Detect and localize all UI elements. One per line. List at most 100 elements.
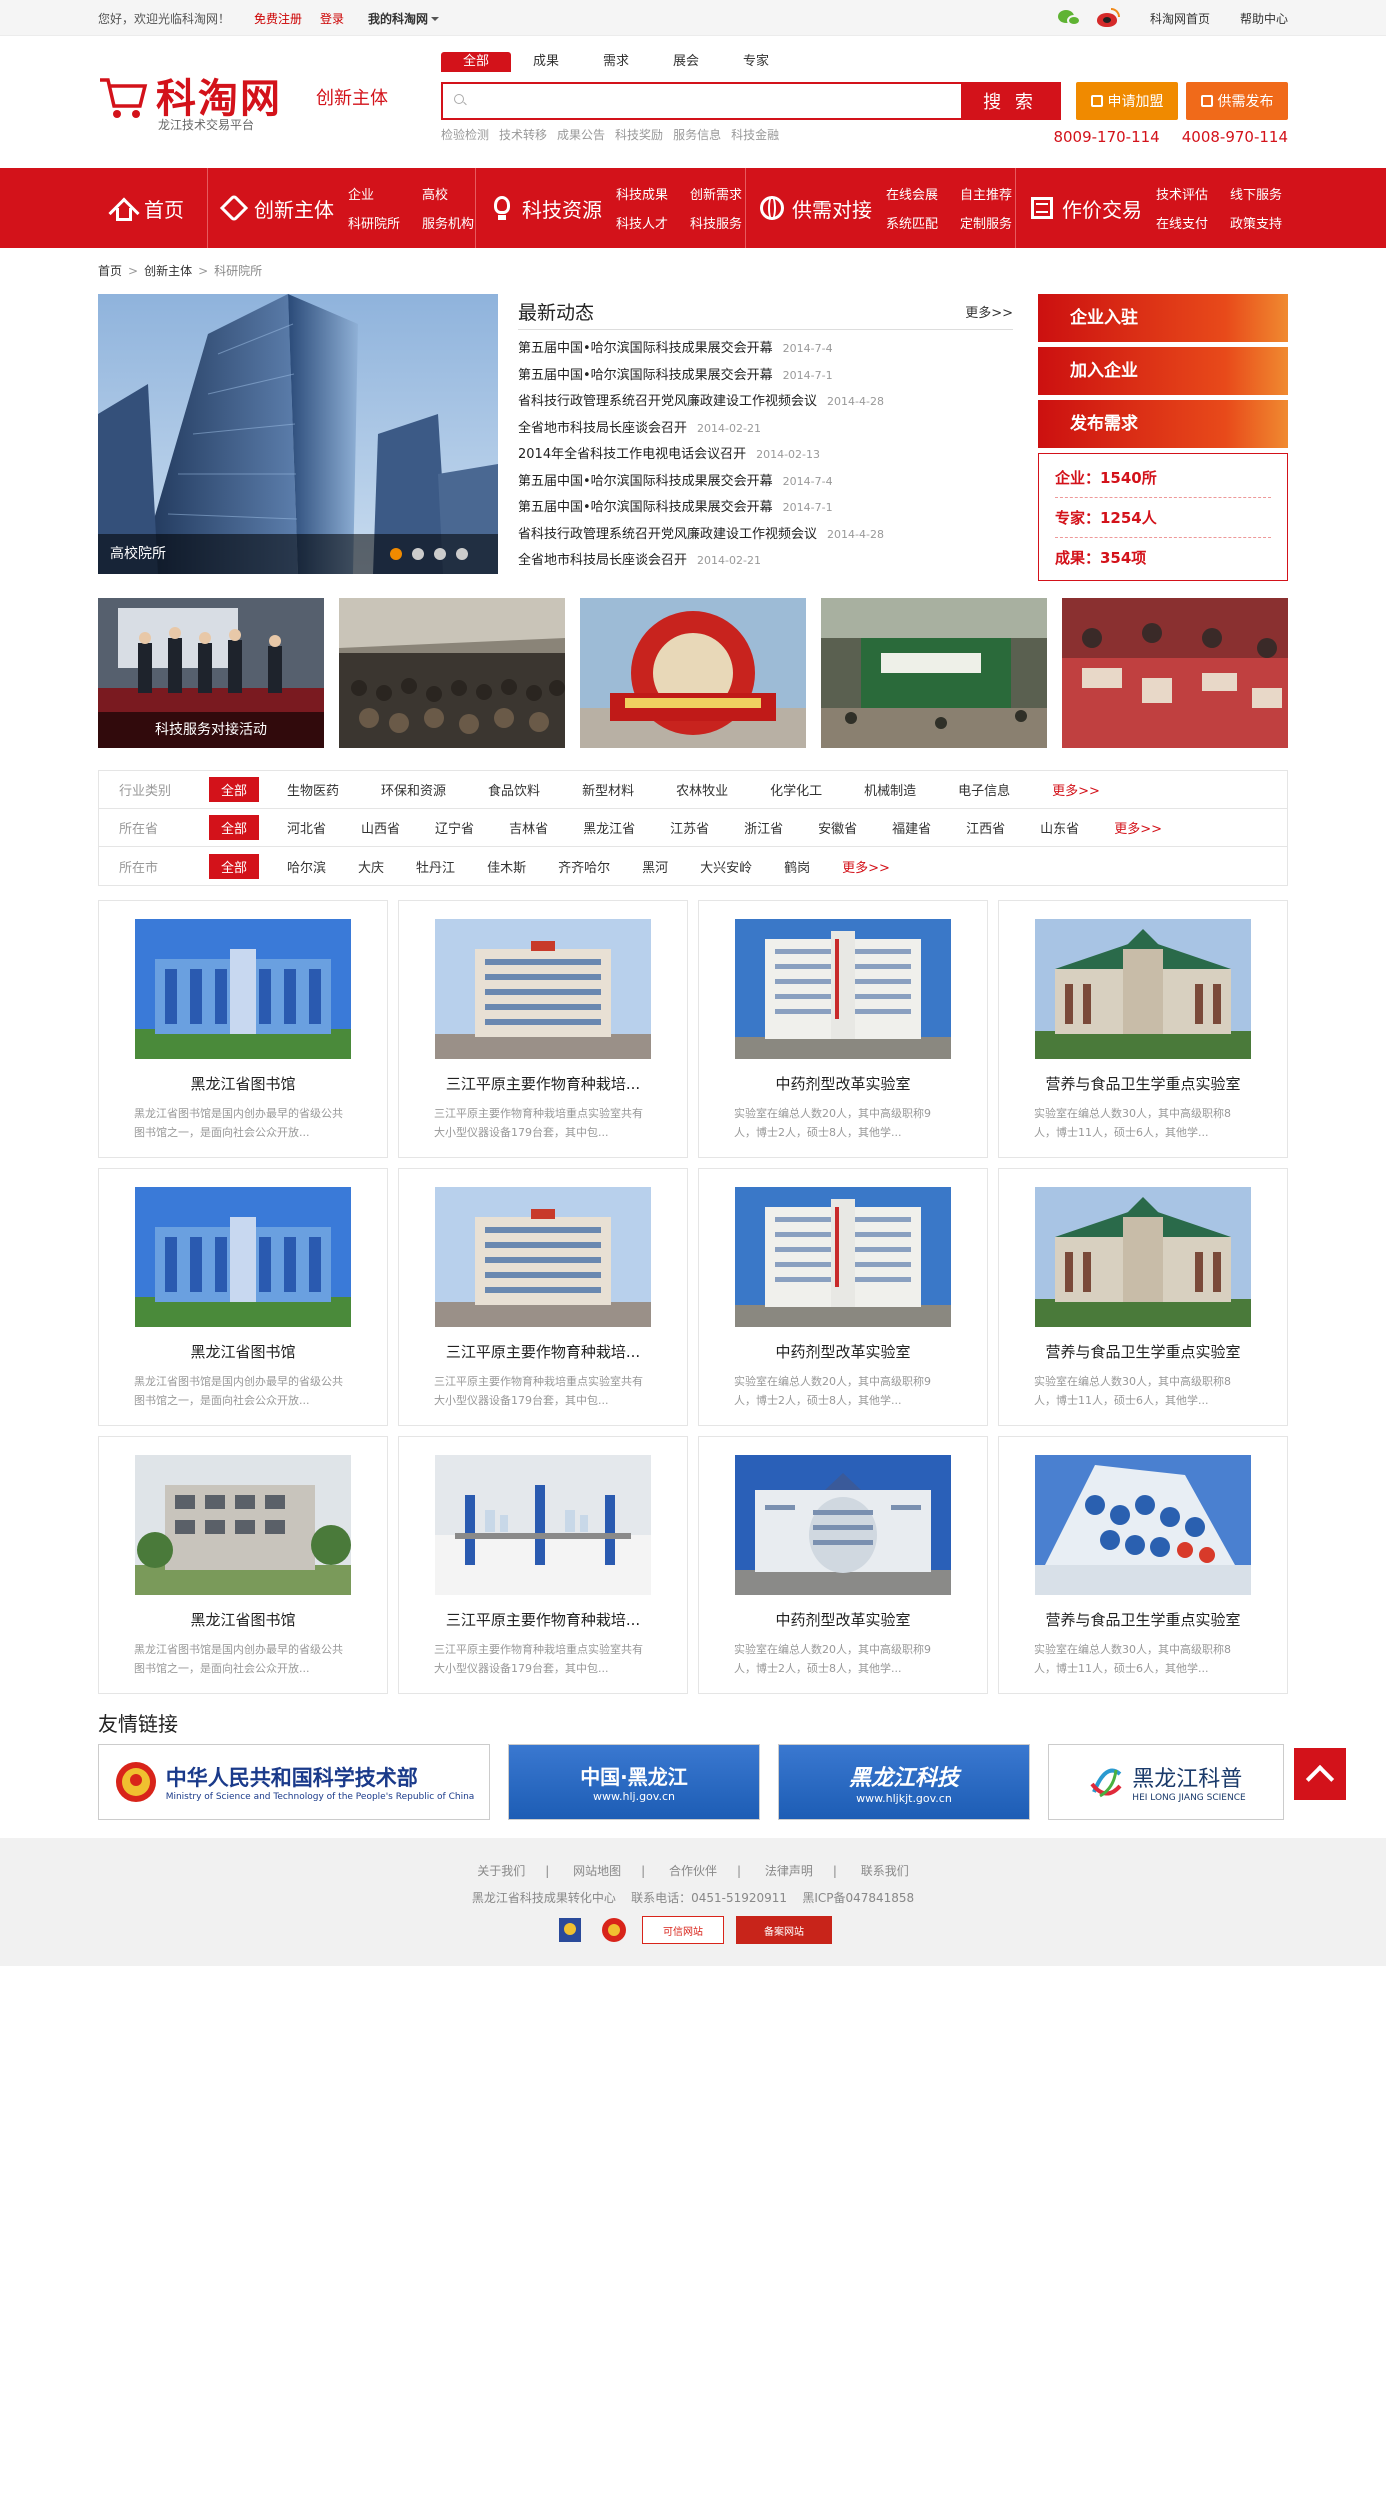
institution-card[interactable]: 三江平原主要作物育种栽培... 三江平原主要作物育种栽培重点实验室共有大小型仪器设…	[398, 1436, 688, 1694]
institution-card[interactable]: 营养与食品卫生学重点实验室 实验室在编总人数30人，其中高级职称8人，博士11人，…	[998, 1436, 1288, 1694]
filter-option[interactable]: 生物医药	[287, 780, 339, 799]
filter-option[interactable]: 安徽省	[818, 818, 857, 837]
filter-more-link[interactable]: 更多>>	[1052, 780, 1100, 799]
filter-all[interactable]: 全部	[209, 777, 260, 802]
institution-title[interactable]: 营养与食品卫生学重点实验室	[999, 1073, 1287, 1094]
logo[interactable]: 科淘网 龙江技术交易平台 创新主体	[98, 66, 398, 136]
weibo-icon[interactable]	[1096, 8, 1120, 28]
news-item[interactable]: 第五届中国•哈尔滨国际科技成果展交会开幕 2014-7-1	[518, 363, 1013, 390]
nav-sub-link[interactable]: 创新需求	[690, 184, 742, 203]
nav-sub-link[interactable]: 科技服务	[690, 213, 742, 232]
enterprise-register-button[interactable]: 企业入驻	[1038, 294, 1288, 342]
link-hljkjt[interactable]: 黑龙江科技 www.hljkjt.gov.cn	[778, 1744, 1030, 1820]
institution-card[interactable]: 三江平原主要作物育种栽培... 三江平原主要作物育种栽培重点实验室共有大小型仪器设…	[398, 900, 688, 1158]
search-tab-demand[interactable]: 需求	[581, 52, 651, 72]
news-item[interactable]: 全省地市科技局长座谈会召开 2014-02-21	[518, 548, 1013, 575]
help-link[interactable]: 帮助中心	[1240, 10, 1288, 27]
footer-link[interactable]: 网站地图	[573, 1864, 621, 1878]
footer-link[interactable]: 合作伙伴	[669, 1864, 717, 1878]
join-enterprise-button[interactable]: 加入企业	[1038, 347, 1288, 395]
institution-title[interactable]: 营养与食品卫生学重点实验室	[999, 1609, 1287, 1630]
institution-card[interactable]: 营养与食品卫生学重点实验室 实验室在编总人数30人，其中高级职称8人，博士11人，…	[998, 1168, 1288, 1426]
filter-option[interactable]: 浙江省	[744, 818, 783, 837]
filter-option[interactable]: 环保和资源	[381, 780, 446, 799]
slider-dot[interactable]	[456, 548, 468, 560]
emblem-badge-icon[interactable]	[598, 1916, 630, 1944]
hotword-link[interactable]: 检验检测	[441, 126, 489, 143]
institution-title[interactable]: 黑龙江省图书馆	[99, 1073, 387, 1094]
filter-option[interactable]: 牡丹江	[416, 857, 455, 876]
nav-sub-link[interactable]: 服务机构	[422, 213, 474, 232]
institution-title[interactable]: 黑龙江省图书馆	[99, 1609, 387, 1630]
institution-card[interactable]: 黑龙江省图书馆 黑龙江省图书馆是国内创办最早的省级公共图书馆之一，是面向社会公众开…	[98, 900, 388, 1158]
event-photo[interactable]	[821, 598, 1047, 748]
footer-link[interactable]: 法律声明	[765, 1864, 813, 1878]
event-photo[interactable]: 科技服务对接活动	[98, 598, 324, 748]
wechat-icon[interactable]	[1057, 8, 1082, 28]
apply-join-button[interactable]: 申请加盟	[1076, 82, 1178, 120]
institution-photo[interactable]	[1035, 919, 1251, 1059]
filter-option[interactable]: 江西省	[966, 818, 1005, 837]
hotword-link[interactable]: 成果公告	[557, 126, 605, 143]
filter-option[interactable]: 新型材料	[582, 780, 634, 799]
filter-option[interactable]: 黑河	[642, 857, 668, 876]
institution-photo[interactable]	[135, 1187, 351, 1327]
institution-title[interactable]: 黑龙江省图书馆	[99, 1341, 387, 1362]
back-to-top-button[interactable]	[1294, 1748, 1346, 1800]
footer-link[interactable]: 关于我们	[477, 1864, 525, 1878]
publish-demand-button[interactable]: 发布需求	[1038, 400, 1288, 448]
event-photo[interactable]	[1062, 598, 1288, 748]
institution-card[interactable]: 中药剂型改革实验室 实验室在编总人数20人，其中高级职称9人，博士2人，硕士8人，…	[698, 1436, 988, 1694]
record-site-badge[interactable]: 备案网站	[736, 1916, 832, 1944]
institution-photo[interactable]	[435, 1187, 651, 1327]
publish-button[interactable]: 供需发布	[1186, 82, 1288, 120]
event-photo[interactable]	[339, 598, 565, 748]
institution-card[interactable]: 黑龙江省图书馆 黑龙江省图书馆是国内创办最早的省级公共图书馆之一，是面向社会公众开…	[98, 1436, 388, 1694]
filter-option[interactable]: 吉林省	[509, 818, 548, 837]
institution-card[interactable]: 营养与食品卫生学重点实验室 实验室在编总人数30人，其中高级职称8人，博士11人，…	[998, 900, 1288, 1158]
event-photo[interactable]	[580, 598, 806, 748]
login-link[interactable]: 登录	[320, 10, 344, 27]
institution-photo[interactable]	[135, 1455, 351, 1595]
filter-option[interactable]: 大兴安岭	[700, 857, 752, 876]
news-item[interactable]: 省科技行政管理系统召开党风廉政建设工作视频会议 2014-4-28	[518, 389, 1013, 416]
filter-option[interactable]: 河北省	[287, 818, 326, 837]
news-item[interactable]: 第五届中国•哈尔滨国际科技成果展交会开幕 2014-7-4	[518, 469, 1013, 496]
filter-more-link[interactable]: 更多>>	[1114, 818, 1162, 837]
nav-sub-link[interactable]: 科技人才	[616, 213, 668, 232]
search-input[interactable]	[443, 84, 961, 118]
search-tab-all[interactable]: 全部	[441, 52, 511, 72]
institution-photo[interactable]	[135, 919, 351, 1059]
news-item[interactable]: 全省地市科技局长座谈会召开 2014-02-21	[518, 416, 1013, 443]
police-badge-icon[interactable]	[554, 1916, 586, 1944]
institution-title[interactable]: 三江平原主要作物育种栽培...	[399, 1341, 687, 1362]
filter-option[interactable]: 黑龙江省	[583, 818, 635, 837]
institution-photo[interactable]	[435, 1455, 651, 1595]
filter-option[interactable]: 机械制造	[864, 780, 916, 799]
institution-title[interactable]: 三江平原主要作物育种栽培...	[399, 1073, 687, 1094]
hotword-link[interactable]: 服务信息	[673, 126, 721, 143]
nav-sub-link[interactable]: 系统匹配	[886, 213, 938, 232]
search-tab-results[interactable]: 成果	[511, 52, 581, 72]
institution-title[interactable]: 中药剂型改革实验室	[699, 1341, 987, 1362]
institution-card[interactable]: 黑龙江省图书馆 黑龙江省图书馆是国内创办最早的省级公共图书馆之一，是面向社会公众开…	[98, 1168, 388, 1426]
institution-card[interactable]: 中药剂型改革实验室 实验室在编总人数20人，其中高级职称9人，博士2人，硕士8人，…	[698, 900, 988, 1158]
filter-option[interactable]: 佳木斯	[487, 857, 526, 876]
institution-title[interactable]: 营养与食品卫生学重点实验室	[999, 1341, 1287, 1362]
link-most[interactable]: 中华人民共和国科学技术部 Ministry of Science and Tec…	[98, 1744, 490, 1820]
nav-sub-link[interactable]: 技术评估	[1156, 184, 1208, 203]
filter-option[interactable]: 福建省	[892, 818, 931, 837]
home-link[interactable]: 科淘网首页	[1150, 10, 1210, 27]
slider-dot[interactable]	[412, 548, 424, 560]
institution-title[interactable]: 三江平原主要作物育种栽培...	[399, 1609, 687, 1630]
news-item[interactable]: 省科技行政管理系统召开党风廉政建设工作视频会议 2014-4-28	[518, 522, 1013, 549]
news-more-link[interactable]: 更多>>	[965, 302, 1013, 321]
institution-photo[interactable]	[435, 919, 651, 1059]
filter-option[interactable]: 农林牧业	[676, 780, 728, 799]
institution-title[interactable]: 中药剂型改革实验室	[699, 1609, 987, 1630]
hotword-link[interactable]: 科技金融	[731, 126, 779, 143]
institution-photo[interactable]	[735, 919, 951, 1059]
nav-sub-link[interactable]: 定制服务	[960, 213, 1012, 232]
filter-option[interactable]: 辽宁省	[435, 818, 474, 837]
nav-trade[interactable]: 作价交易	[1028, 194, 1142, 223]
